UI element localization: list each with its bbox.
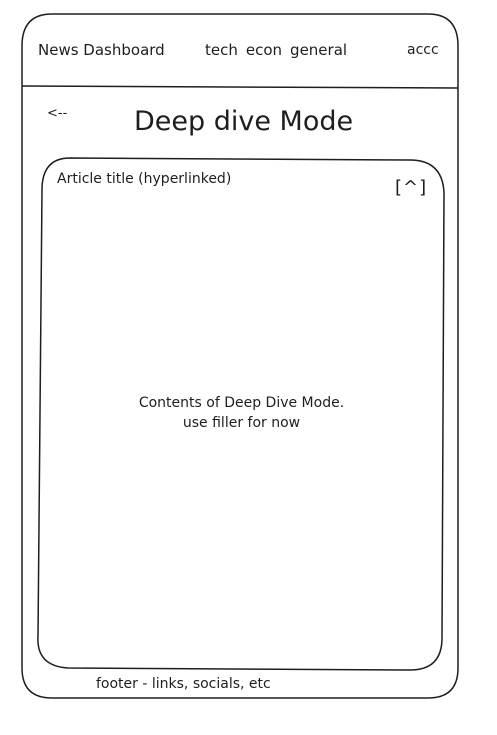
- content-line: use filler for now: [182, 415, 301, 431]
- tab-tech[interactable]: tech: [205, 41, 238, 59]
- article-title-link[interactable]: Article title (hyperlinked): [57, 171, 231, 187]
- category-tabs: tech econ general: [205, 41, 347, 59]
- page-title: Deep dive Mode: [134, 106, 354, 137]
- article-content: Contents of Deep Dive Mode. use filler f…: [40, 393, 443, 433]
- header-divider: [21, 85, 459, 89]
- tab-general[interactable]: general: [290, 41, 347, 59]
- collapse-button[interactable]: [^]: [395, 177, 427, 198]
- tab-econ[interactable]: econ: [246, 41, 282, 59]
- account-link[interactable]: accc: [407, 42, 439, 58]
- app-brand[interactable]: News Dashboard: [38, 41, 165, 59]
- back-arrow-icon[interactable]: <--: [47, 106, 67, 121]
- content-line: Contents of Deep Dive Mode.: [138, 395, 345, 411]
- footer-links[interactable]: footer - links, socials, etc: [96, 676, 271, 692]
